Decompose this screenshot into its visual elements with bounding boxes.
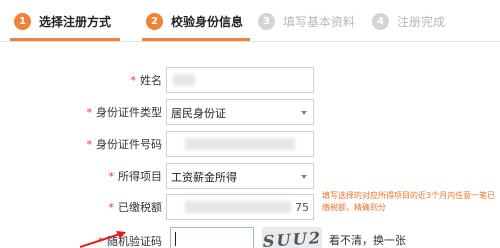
captcha-input[interactable]: [170, 227, 254, 248]
redacted-tax-amount: [185, 201, 291, 213]
required-mark: *: [86, 138, 93, 151]
step-1-number: 1: [14, 12, 31, 30]
tax-paid-label: * 已缴税额: [109, 199, 163, 215]
required-mark: *: [108, 201, 115, 214]
required-mark: *: [86, 106, 93, 119]
text-caret: [175, 232, 176, 246]
tax-paid-label-text: 已缴税额: [118, 201, 162, 214]
step-1-underline: [10, 38, 120, 41]
step-1-label: 选择注册方式: [39, 14, 112, 29]
tax-paid-visible-digits: 75: [295, 201, 309, 214]
step-2-label: 校验身份信息: [171, 14, 244, 29]
income-type-row: * 所得项目 工资薪金所得: [0, 163, 500, 189]
redacted-id-number: [185, 138, 295, 150]
name-label: * 姓名: [131, 72, 163, 88]
captcha-refresh-link[interactable]: 看不清，换一张: [329, 232, 406, 248]
step-3-label: 填写基本资料: [283, 14, 356, 29]
red-arrow-icon: [80, 231, 126, 248]
step-3-number: 3: [258, 12, 275, 30]
step-2-underline: [142, 38, 250, 41]
id-type-value: 居民身份证: [171, 107, 226, 120]
step-2-number: 2: [146, 12, 163, 30]
id-number-row: * 身份证件号码: [0, 131, 500, 157]
id-number-label-text: 身份证件号码: [96, 138, 162, 151]
redacted-name: [173, 74, 195, 86]
id-number-input[interactable]: [166, 131, 314, 157]
id-number-label: * 身份证件号码: [87, 136, 163, 152]
registration-steps: 1 选择注册方式 2 校验身份信息 3 填写基本资料 4 注册完成: [0, 0, 500, 42]
step-4-label: 注册完成: [397, 14, 446, 29]
captcha-image[interactable]: SUU2: [262, 227, 322, 248]
id-type-label: * 身份证件类型: [87, 104, 163, 120]
required-mark: *: [108, 170, 115, 183]
required-mark: *: [130, 74, 137, 87]
id-type-label-text: 身份证件类型: [96, 106, 162, 119]
income-type-label: * 所得项目: [109, 168, 163, 184]
step-1: 1 选择注册方式: [14, 10, 111, 32]
name-row: * 姓名: [0, 67, 500, 93]
step-2: 2 校验身份信息: [146, 10, 243, 32]
tax-paid-input[interactable]: 75: [166, 194, 314, 220]
name-label-text: 姓名: [140, 74, 162, 87]
captcha-image-text: SUU2: [262, 227, 322, 248]
step-4: 4 注册完成: [372, 10, 445, 32]
step-3: 3 填写基本资料: [258, 10, 355, 32]
income-type-select[interactable]: 工资薪金所得: [166, 163, 314, 189]
income-type-value: 工资薪金所得: [171, 171, 237, 184]
tax-paid-hint: 填写选择的对应所得项目的近3个月内任意一笔已缴税额，精确到分: [322, 191, 496, 212]
income-type-label-text: 所得项目: [118, 170, 162, 183]
name-input[interactable]: [166, 67, 314, 93]
id-type-row: * 身份证件类型 居民身份证: [0, 99, 500, 125]
id-type-select[interactable]: 居民身份证: [166, 99, 314, 125]
step-4-number: 4: [372, 12, 389, 30]
